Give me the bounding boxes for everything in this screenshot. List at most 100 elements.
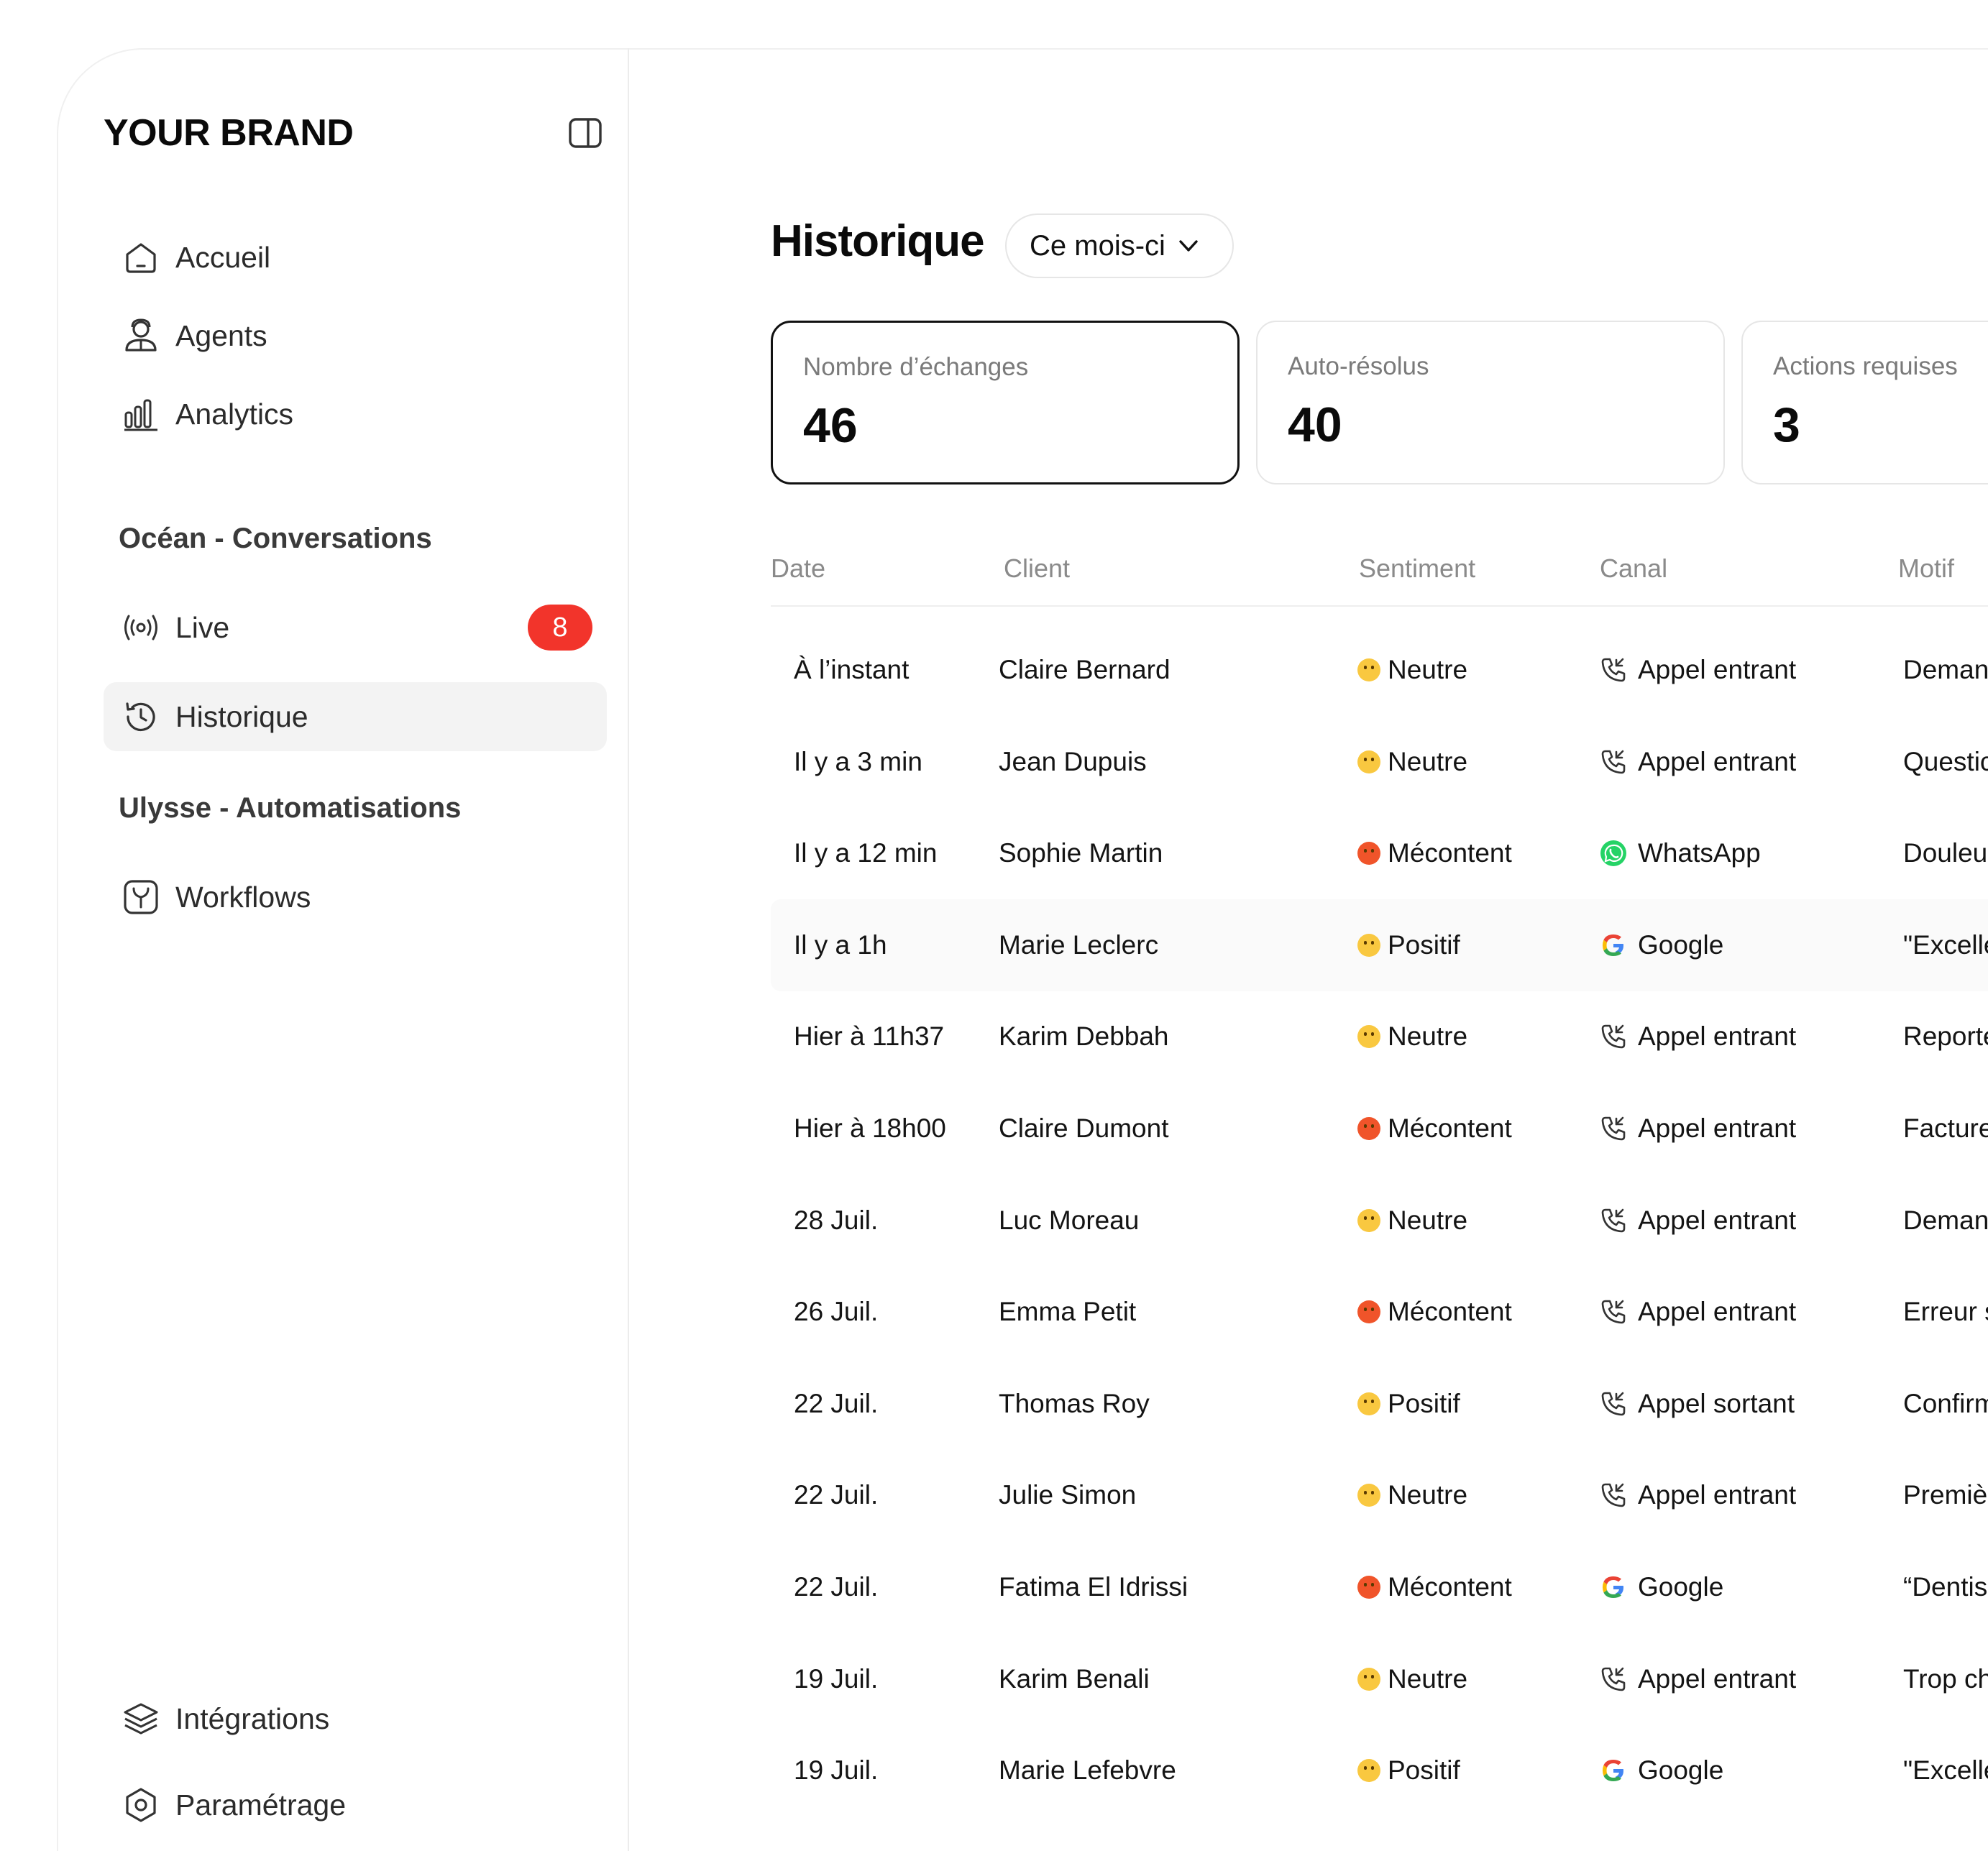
sidebar-item-integrations[interactable]: Intégrations	[104, 1684, 607, 1753]
stat-label: Auto-résolus	[1288, 352, 1429, 380]
sidebar-item-historique[interactable]: Historique	[104, 682, 607, 751]
cell-sentiment: Positif	[1357, 1724, 1460, 1816]
cell-client: Thomas Roy	[999, 1388, 1150, 1418]
sidebar-item-analytics[interactable]: Analytics	[104, 380, 607, 449]
cell-date: 26 Juil.	[794, 1297, 879, 1327]
phone-call-icon	[1599, 1022, 1628, 1051]
sidebar: YOUR BRAND Accueil Agents Analytics Océa…	[57, 48, 629, 1851]
canal-label: Appel entrant	[1638, 1297, 1797, 1327]
canal-label: WhatsApp	[1638, 838, 1761, 868]
panel-toggle-icon	[569, 118, 602, 148]
sentiment-emoji-icon	[1357, 1025, 1380, 1049]
history-icon	[122, 698, 160, 735]
section-title-ocean: Océan - Conversations	[119, 523, 432, 554]
sentiment-label: Positif	[1388, 929, 1460, 960]
cell-client: Claire Bernard	[999, 655, 1171, 684]
sidebar-item-workflows[interactable]: Workflows	[104, 863, 607, 932]
cell-canal: Google	[1599, 899, 1723, 991]
cell-canal: Appel entrant	[1599, 1633, 1796, 1725]
stat-label: Nombre d’échanges	[803, 353, 1029, 381]
sidebar-toggle-button[interactable]	[567, 115, 603, 151]
stat-value: 40	[1288, 398, 1342, 452]
cell-canal: Appel entrant	[1599, 1449, 1796, 1541]
table-row[interactable]: 26 Juil. Emma Petit Mécontent Appel entrant…	[771, 1266, 1988, 1358]
stat-value: 3	[1773, 398, 1800, 452]
cell-sentiment: Neutre	[1357, 1633, 1467, 1725]
table-row[interactable]: 19 Juil. Marie Lefebvre Positif Google "Exce…	[771, 1724, 1988, 1816]
cell-client: Fatima El Idrissi	[999, 1572, 1188, 1602]
phone-call-icon	[1599, 1665, 1628, 1694]
cell-motif: Deman	[1903, 655, 1988, 684]
canal-label: Appel entrant	[1638, 1021, 1797, 1052]
table-row[interactable]: 28 Juil. Luc Moreau Neutre Appel entrant Dem…	[771, 1175, 1988, 1267]
cell-date: 22 Juil.	[794, 1480, 879, 1510]
cell-date: À l’instant	[794, 655, 910, 684]
stat-card-auto-resolus[interactable]: Auto-résolus 40	[1256, 321, 1725, 484]
cell-date: Il y a 3 min	[794, 746, 922, 776]
sentiment-label: Mécontent	[1388, 1572, 1512, 1602]
column-header-date[interactable]: Date	[771, 554, 825, 584]
cell-client: Emma Petit	[999, 1297, 1137, 1327]
layers-icon	[122, 1700, 160, 1737]
app-root: YOUR BRAND Accueil Agents Analytics Océa…	[0, 0, 1988, 1851]
sidebar-item-accueil[interactable]: Accueil	[104, 223, 607, 292]
sentiment-emoji-icon	[1357, 1117, 1380, 1140]
cell-sentiment: Neutre	[1357, 716, 1467, 808]
cell-client: Karim Debbah	[999, 1021, 1169, 1052]
table-row[interactable]: 22 Juil. Fatima El Idrissi Mécontent Google…	[771, 1541, 1988, 1633]
sentiment-label: Mécontent	[1388, 1113, 1512, 1143]
table-row[interactable]: Hier à 18h00 Claire Dumont Mécontent Appel …	[771, 1083, 1988, 1175]
table-row[interactable]: À l’instant Claire Bernard Neutre Appel ent…	[771, 624, 1988, 716]
sidebar-item-label: Analytics	[175, 397, 294, 431]
cell-motif: Questic	[1903, 746, 1988, 776]
column-header-sentiment[interactable]: Sentiment	[1359, 554, 1475, 584]
stat-card-actions-requises[interactable]: Actions requises 3	[1741, 321, 1988, 484]
google-icon	[1599, 1573, 1628, 1602]
cell-motif: Erreur s	[1903, 1297, 1988, 1327]
period-dropdown-label: Ce mois-ci	[1030, 229, 1165, 262]
column-header-motif[interactable]: Motif	[1898, 554, 1954, 584]
phone-call-icon	[1599, 748, 1628, 776]
cell-client: Julie Simon	[999, 1480, 1137, 1510]
workflow-icon	[122, 878, 160, 916]
period-dropdown[interactable]: Ce mois-ci	[1005, 213, 1234, 278]
cell-client: Marie Lefebvre	[999, 1755, 1176, 1786]
live-count-badge: 8	[528, 605, 592, 651]
cell-canal: Appel sortant	[1599, 1358, 1795, 1450]
canal-label: Google	[1638, 1755, 1724, 1786]
cell-sentiment: Positif	[1357, 899, 1460, 991]
canal-label: Google	[1638, 1572, 1724, 1602]
cell-client: Claire Dumont	[999, 1113, 1169, 1143]
stat-card-echanges[interactable]: Nombre d’échanges 46	[771, 321, 1240, 484]
phone-call-icon	[1599, 656, 1628, 684]
sidebar-item-agents[interactable]: Agents	[104, 301, 607, 370]
cell-sentiment: Mécontent	[1357, 807, 1512, 899]
table-row[interactable]: Il y a 12 min Sophie Martin Mécontent Whats…	[771, 807, 1988, 899]
table-row[interactable]: Il y a 3 min Jean Dupuis Neutre Appel entra…	[771, 716, 1988, 808]
column-header-client[interactable]: Client	[1004, 554, 1070, 584]
chevron-down-icon	[1179, 240, 1198, 252]
table-row[interactable]: 22 Juil. Thomas Roy Positif Appel sortant Co…	[771, 1358, 1988, 1450]
table-row[interactable]: 19 Juil. Karim Benali Neutre Appel entrant T…	[771, 1633, 1988, 1725]
sentiment-label: Neutre	[1388, 1480, 1468, 1510]
brand-logo: YOUR BRAND	[104, 112, 354, 154]
sidebar-item-live[interactable]: Live 8	[104, 593, 607, 662]
sidebar-item-label: Accueil	[175, 240, 271, 274]
table-row[interactable]: 22 Juil. Julie Simon Neutre Appel entrant Pr…	[771, 1449, 1988, 1541]
sentiment-emoji-icon	[1357, 1667, 1380, 1691]
agent-icon	[122, 317, 160, 354]
sentiment-emoji-icon	[1357, 1576, 1380, 1599]
table-row[interactable]: Hier à 11h37 Karim Debbah Neutre Appel entr…	[771, 991, 1988, 1083]
phone-call-icon	[1599, 1297, 1628, 1326]
cell-date: 19 Juil.	[794, 1663, 879, 1694]
phone-call-icon	[1599, 1481, 1628, 1510]
column-header-canal[interactable]: Canal	[1600, 554, 1667, 584]
bar-chart-icon	[122, 395, 160, 433]
cell-motif: Confirm	[1903, 1388, 1988, 1418]
table-row[interactable]: Il y a 1h Marie Leclerc Positif Google "Exce…	[771, 899, 1988, 991]
cell-sentiment: Neutre	[1357, 624, 1467, 716]
sentiment-emoji-icon	[1357, 1392, 1380, 1415]
sidebar-item-parametrage[interactable]: Paramétrage	[104, 1770, 607, 1839]
sentiment-emoji-icon	[1357, 842, 1380, 865]
sidebar-item-label: Paramétrage	[175, 1788, 347, 1822]
